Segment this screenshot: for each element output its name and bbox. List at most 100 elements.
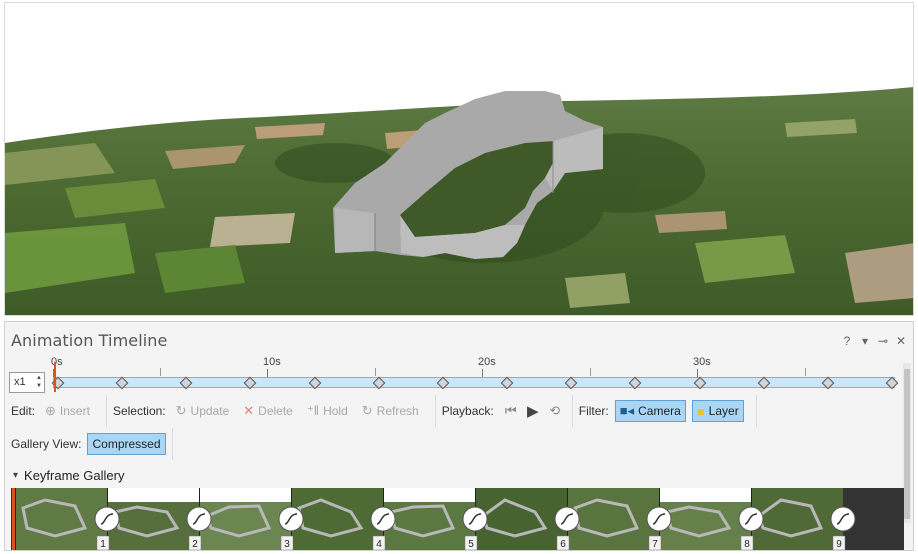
chevron-down-icon: ▾ (13, 470, 19, 481)
keyframe-track[interactable] (51, 376, 899, 389)
spin-up-icon[interactable]: ▲ (36, 375, 42, 381)
keyframe-marker[interactable] (115, 376, 129, 389)
speed-multiplier[interactable]: x1 ▲ ▼ (9, 372, 45, 393)
plus-circle-icon: ⊕ (45, 403, 56, 418)
speed-value: x1 (14, 376, 26, 388)
thumbnail-number: 4 (376, 539, 382, 550)
keyframe-marker[interactable] (372, 376, 386, 389)
vertical-scrollbar[interactable] (903, 363, 911, 523)
ruler-tick (697, 369, 698, 377)
thumbnail-number: 6 (560, 539, 566, 550)
keyframe-gallery-title: Keyframe Gallery (24, 468, 125, 483)
refresh-icon: ↻ (361, 403, 373, 418)
delete-button[interactable]: ✕ Delete (239, 400, 297, 422)
keyframe-marker[interactable] (693, 376, 706, 389)
transition-icon (370, 506, 396, 532)
keyframe-marker[interactable] (179, 376, 193, 389)
time-ruler[interactable]: 0s 10s 20s 30s (49, 356, 903, 377)
selection-group: Selection: ↻ Update ✕ Delete ⁺ǁ Hold ↻ R… (107, 395, 436, 427)
ruler-tick (805, 368, 806, 376)
refresh-label: Refresh (376, 404, 419, 418)
thumbnail-number: 5 (468, 539, 474, 550)
keyframe-marker[interactable] (629, 376, 642, 389)
keyframe-thumbnail[interactable]: 1 (15, 488, 120, 550)
gallery-view-group: Gallery View: Compressed (5, 428, 173, 460)
help-icon[interactable]: ? (841, 334, 853, 348)
keyframe-thumbnail[interactable]: 6 (475, 488, 580, 550)
thumbnail-number: 3 (284, 539, 290, 550)
transition-icon (830, 506, 856, 532)
transition-icon (94, 506, 120, 532)
insert-label: Insert (59, 404, 90, 418)
keyframe-thumbnail[interactable]: 3 (199, 488, 304, 550)
layer-icon: ■ (696, 403, 705, 419)
transition-icon (646, 506, 672, 532)
ruler-label-0s: 0s (51, 356, 63, 368)
update-label: Update (190, 404, 230, 418)
thumbnail-number: 9 (836, 539, 842, 550)
gallery-view-value: Compressed (92, 437, 161, 451)
thumbnail-number: 1 (100, 539, 106, 550)
close-icon[interactable]: ✕ (895, 334, 907, 348)
gallery-view-compressed-toggle[interactable]: Compressed (87, 433, 166, 455)
transition-icon (738, 506, 764, 532)
ruler-label-30s: 30s (693, 356, 711, 368)
ruler-label-10s: 10s (263, 356, 281, 368)
playback-group: Playback: ⏮ ▶ ⟲ (436, 395, 573, 427)
ruler-tick (375, 368, 376, 376)
keyframe-marker[interactable] (308, 376, 321, 389)
thumbnail-number: 7 (652, 539, 658, 550)
keyframe-thumbnail[interactable]: 2 (107, 488, 212, 550)
play-icon[interactable]: ▶ (522, 402, 544, 420)
transition-icon (186, 506, 212, 532)
camera-filter-toggle[interactable]: ■◂ Camera (614, 400, 686, 422)
keyframe-thumbnail[interactable]: 4 (291, 488, 396, 550)
ruler-label-20s: 20s (478, 356, 496, 368)
layer-filter-toggle[interactable]: ■ Layer (691, 400, 744, 422)
ruler-tick (160, 368, 161, 376)
keyframe-thumbnail[interactable]: 5 (383, 488, 488, 550)
ruler-tick (590, 368, 591, 376)
update-button[interactable]: ↻ Update (172, 400, 234, 422)
keyframe-gallery-header[interactable]: ▾ Keyframe Gallery (13, 468, 124, 483)
keyframe-marker[interactable] (885, 376, 899, 389)
camera-icon: ■◂ (619, 403, 635, 418)
pane-title: Animation Timeline (11, 331, 168, 350)
refresh-button[interactable]: ↻ Refresh (358, 400, 423, 422)
gallery-view-toolbar: Gallery View: Compressed (5, 428, 173, 460)
keyframe-marker[interactable] (821, 376, 835, 389)
selection-label: Selection: (112, 404, 166, 418)
ruler-tick (482, 369, 483, 377)
keyframe-marker[interactable] (244, 376, 257, 389)
keyframe-marker[interactable] (500, 376, 514, 389)
keyframe-marker[interactable] (436, 376, 450, 389)
keyframe-thumbnail[interactable]: 9 (751, 488, 856, 550)
animation-timeline-pane: Animation Timeline ? ▾ ⊸ ✕ 0s 10s 20s 30… (4, 321, 914, 551)
terrain-scene (5, 3, 913, 315)
pane-menu-icon[interactable]: ▾ (859, 334, 871, 348)
pin-icon[interactable]: ⊸ (877, 334, 889, 348)
scene-viewport[interactable] (4, 2, 914, 316)
playback-label: Playback: (441, 404, 494, 418)
edit-group: Edit: ⊕ Insert (5, 395, 107, 427)
transition-icon (554, 506, 580, 532)
hold-button[interactable]: ⁺ǁ Hold (303, 400, 352, 422)
delete-label: Delete (258, 404, 293, 418)
transition-icon (278, 506, 304, 532)
keyframe-gallery[interactable]: 1 2 3 4 5 6 7 8 9 (11, 488, 904, 550)
refresh-arc-icon: ↻ (175, 403, 187, 418)
keyframe-marker[interactable] (757, 376, 771, 389)
app-root: { "pane": { "title": "Animation Timeline… (0, 0, 918, 554)
scrollbar-thumb[interactable] (904, 369, 910, 519)
keyframe-thumbnails: 1 2 3 4 5 6 7 8 9 (15, 488, 856, 550)
keyframe-thumbnail[interactable]: 7 (567, 488, 672, 550)
loop-icon[interactable]: ⟲ (544, 403, 566, 419)
camera-label: Camera (638, 404, 681, 418)
spin-down-icon[interactable]: ▼ (36, 383, 42, 389)
skip-to-start-icon[interactable]: ⏮ (500, 403, 522, 419)
keyframe-thumbnail[interactable]: 8 (659, 488, 764, 550)
keyframe-marker[interactable] (564, 376, 578, 389)
timeline-playhead[interactable] (54, 362, 56, 392)
x-icon: ✕ (243, 403, 255, 418)
insert-button[interactable]: ⊕ Insert (41, 400, 94, 422)
